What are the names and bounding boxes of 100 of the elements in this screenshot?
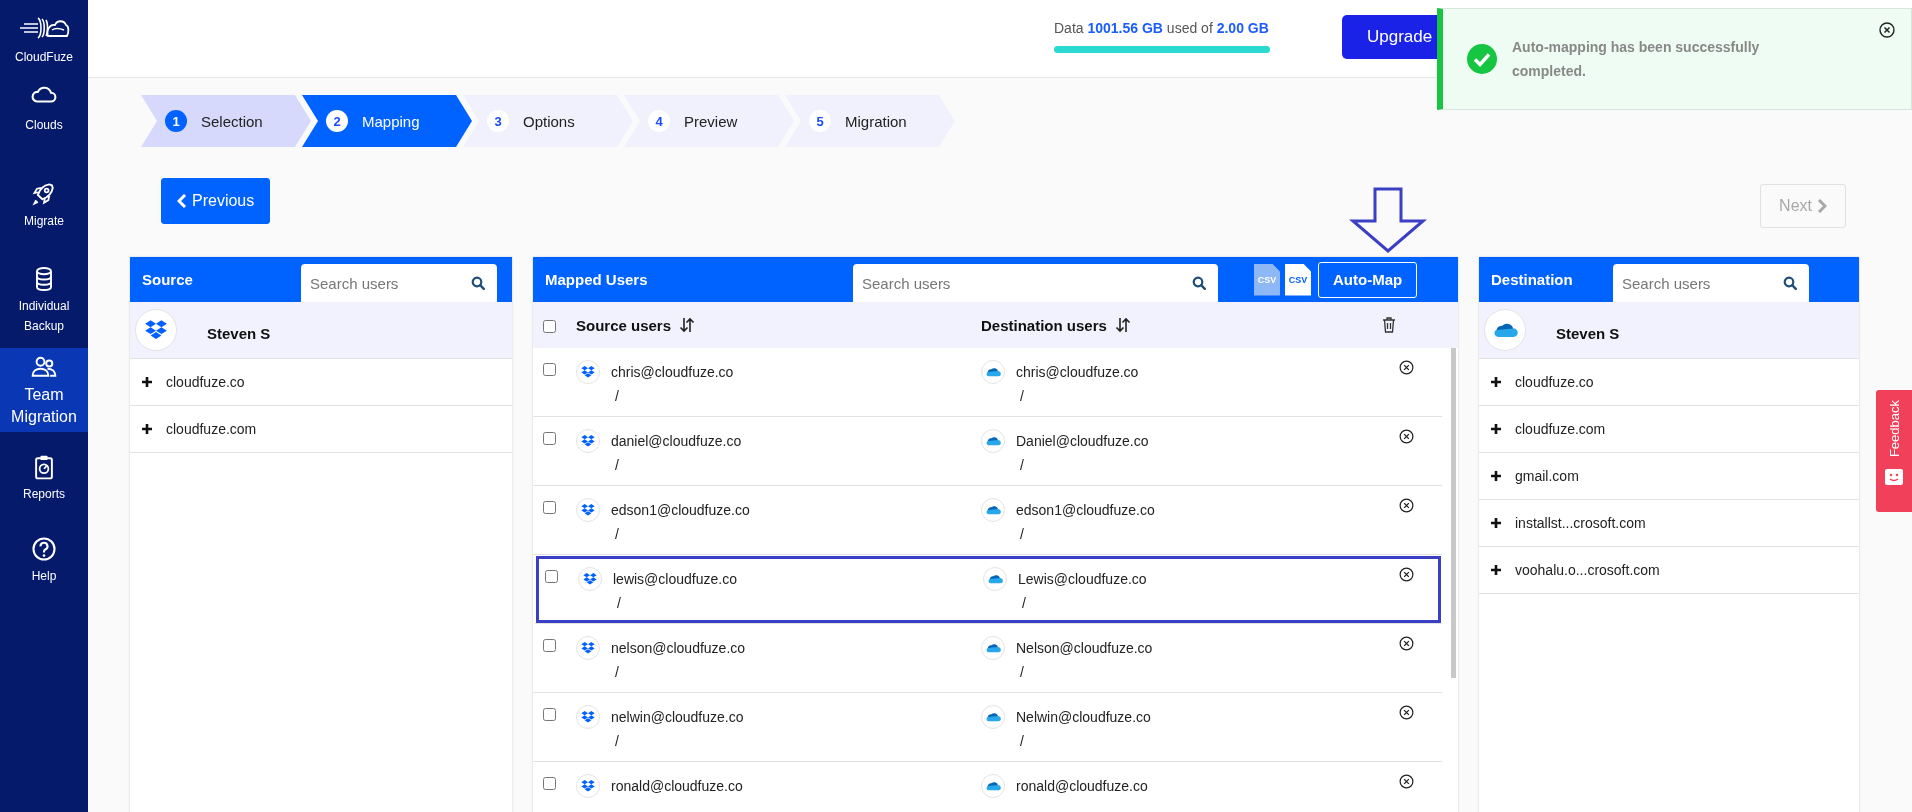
wizard-step[interactable]: 4 Preview bbox=[624, 95, 794, 147]
search-icon[interactable] bbox=[471, 276, 485, 290]
account-name: Steven S bbox=[207, 324, 271, 342]
step-number: 1 bbox=[165, 110, 187, 132]
destination-user-email: Daniel@cloudfuze.co bbox=[1016, 433, 1150, 449]
domain-item[interactable]: installst...crosoft.com bbox=[1479, 500, 1859, 547]
destination-path: / bbox=[1019, 664, 1025, 680]
row-checkbox[interactable] bbox=[543, 501, 556, 514]
plus-icon bbox=[1491, 424, 1501, 434]
plus-icon bbox=[1491, 471, 1501, 481]
plus-icon bbox=[1491, 518, 1501, 528]
nav-item[interactable]: Team Migration bbox=[0, 348, 88, 432]
auto-map-button[interactable]: Auto-Map bbox=[1318, 261, 1418, 298]
logo-icon bbox=[18, 14, 70, 42]
row-checkbox[interactable] bbox=[543, 639, 556, 652]
nav-item[interactable]: Help bbox=[0, 528, 88, 592]
destination-path: / bbox=[1019, 457, 1025, 473]
step-number: 5 bbox=[809, 110, 831, 132]
remove-icon[interactable] bbox=[1398, 498, 1414, 513]
step-number: 4 bbox=[648, 110, 670, 132]
destination-user-email: Nelson@cloudfuze.co bbox=[1016, 640, 1154, 656]
search-icon[interactable] bbox=[1783, 276, 1797, 290]
plus-icon bbox=[142, 377, 152, 387]
domain-item[interactable]: gmail.com bbox=[1479, 453, 1859, 500]
down-arrow-annotation-icon bbox=[1348, 187, 1428, 253]
nav-item[interactable]: Migrate bbox=[0, 175, 88, 235]
remove-icon[interactable] bbox=[1398, 774, 1414, 789]
source-path: / bbox=[614, 733, 620, 749]
row-checkbox[interactable] bbox=[545, 570, 558, 583]
source-path: / bbox=[614, 388, 620, 404]
source-user-email: ronald@cloudfuze.co bbox=[611, 778, 744, 794]
smiley-icon bbox=[1885, 469, 1903, 486]
row-checkbox[interactable] bbox=[543, 708, 556, 721]
account-name: Steven S bbox=[1556, 324, 1620, 342]
step-label: Options bbox=[523, 112, 575, 130]
domain-item[interactable]: cloudfuze.co bbox=[130, 359, 512, 406]
sort-icon[interactable] bbox=[1114, 317, 1131, 333]
source-path: / bbox=[614, 457, 620, 473]
nav-item[interactable]: Clouds bbox=[0, 78, 88, 140]
remove-icon[interactable] bbox=[1398, 429, 1414, 444]
nav-item[interactable]: Individual Backup bbox=[0, 262, 88, 338]
plus-icon bbox=[142, 424, 152, 434]
search-field[interactable]: Search users bbox=[853, 264, 1218, 302]
destination-user-email: edson1@cloudfuze.co bbox=[1016, 502, 1156, 518]
search-icon[interactable] bbox=[1192, 276, 1206, 290]
search-field[interactable]: Search users bbox=[1613, 264, 1809, 302]
row-checkbox[interactable] bbox=[543, 777, 556, 790]
wizard-step[interactable]: 5 Migration bbox=[785, 95, 955, 147]
source-user-email: daniel@cloudfuze.co bbox=[611, 433, 743, 449]
remove-icon[interactable] bbox=[1398, 705, 1414, 720]
remove-icon[interactable] bbox=[1398, 567, 1414, 582]
row-checkbox[interactable] bbox=[543, 363, 556, 376]
previous-button[interactable]: Previous bbox=[161, 178, 271, 224]
domain-item[interactable]: cloudfuze.co bbox=[1479, 359, 1859, 406]
column-header: Destination users bbox=[981, 316, 1107, 334]
storage-usage-text: Data 1001.56 GB used of 2.00 GB bbox=[1054, 20, 1270, 36]
source-path: / bbox=[616, 595, 622, 611]
domain-item[interactable]: cloudfuze.com bbox=[1479, 406, 1859, 453]
sort-icon[interactable] bbox=[679, 317, 696, 333]
step-label: Preview bbox=[684, 112, 738, 130]
source-path: / bbox=[614, 664, 620, 680]
toast-message: Auto-mapping has been successfully completed. bbox=[1512, 38, 1761, 81]
domain-item[interactable]: cloudfuze.com bbox=[130, 406, 512, 453]
domain-item[interactable]: voohalu.o...crosoft.com bbox=[1479, 547, 1859, 594]
destination-path: / bbox=[1019, 388, 1025, 404]
destination-path: / bbox=[1019, 733, 1025, 749]
step-number: 2 bbox=[326, 110, 348, 132]
column-header: Source users bbox=[576, 316, 672, 334]
cloud-avatar-icon bbox=[1484, 309, 1526, 351]
source-user-email: nelson@cloudfuze.co bbox=[611, 640, 747, 656]
step-number: 3 bbox=[487, 110, 509, 132]
trash-icon[interactable] bbox=[1382, 317, 1396, 333]
nav-item[interactable]: Reports bbox=[0, 448, 88, 508]
step-label: Selection bbox=[201, 112, 263, 130]
brand-name: CloudFuze bbox=[15, 50, 73, 64]
destination-path: / bbox=[1019, 526, 1025, 542]
wizard-step[interactable]: 3 Options bbox=[463, 95, 633, 147]
chevron-left-icon bbox=[177, 194, 187, 208]
plus-icon bbox=[1491, 377, 1501, 387]
scrollbar[interactable] bbox=[1451, 348, 1456, 678]
row-checkbox[interactable] bbox=[543, 432, 556, 445]
panel-title: Source bbox=[142, 271, 194, 288]
step-label: Mapping bbox=[362, 112, 420, 130]
cloud-icon bbox=[981, 636, 1005, 660]
close-icon[interactable] bbox=[1879, 22, 1895, 38]
destination-user-email: chris@cloudfuze.co bbox=[1016, 364, 1140, 380]
source-user-email: edson1@cloudfuze.co bbox=[611, 502, 751, 518]
remove-icon[interactable] bbox=[1398, 360, 1414, 375]
success-check-icon bbox=[1467, 44, 1497, 74]
wizard-step[interactable]: 2 Mapping bbox=[302, 95, 472, 147]
remove-icon[interactable] bbox=[1398, 636, 1414, 651]
help-icon bbox=[30, 534, 58, 563]
csv-upload-button[interactable]: CSV bbox=[1285, 263, 1311, 296]
destination-user-email: ronald@cloudfuze.co bbox=[1016, 778, 1149, 794]
dropbox-avatar-icon bbox=[135, 309, 177, 351]
destination-path: / bbox=[1021, 595, 1027, 611]
chevron-right-icon bbox=[1817, 199, 1827, 213]
search-field[interactable]: Search users bbox=[301, 264, 497, 302]
wizard-step[interactable]: 1 Selection bbox=[141, 95, 311, 147]
select-all-checkbox[interactable] bbox=[543, 319, 556, 333]
